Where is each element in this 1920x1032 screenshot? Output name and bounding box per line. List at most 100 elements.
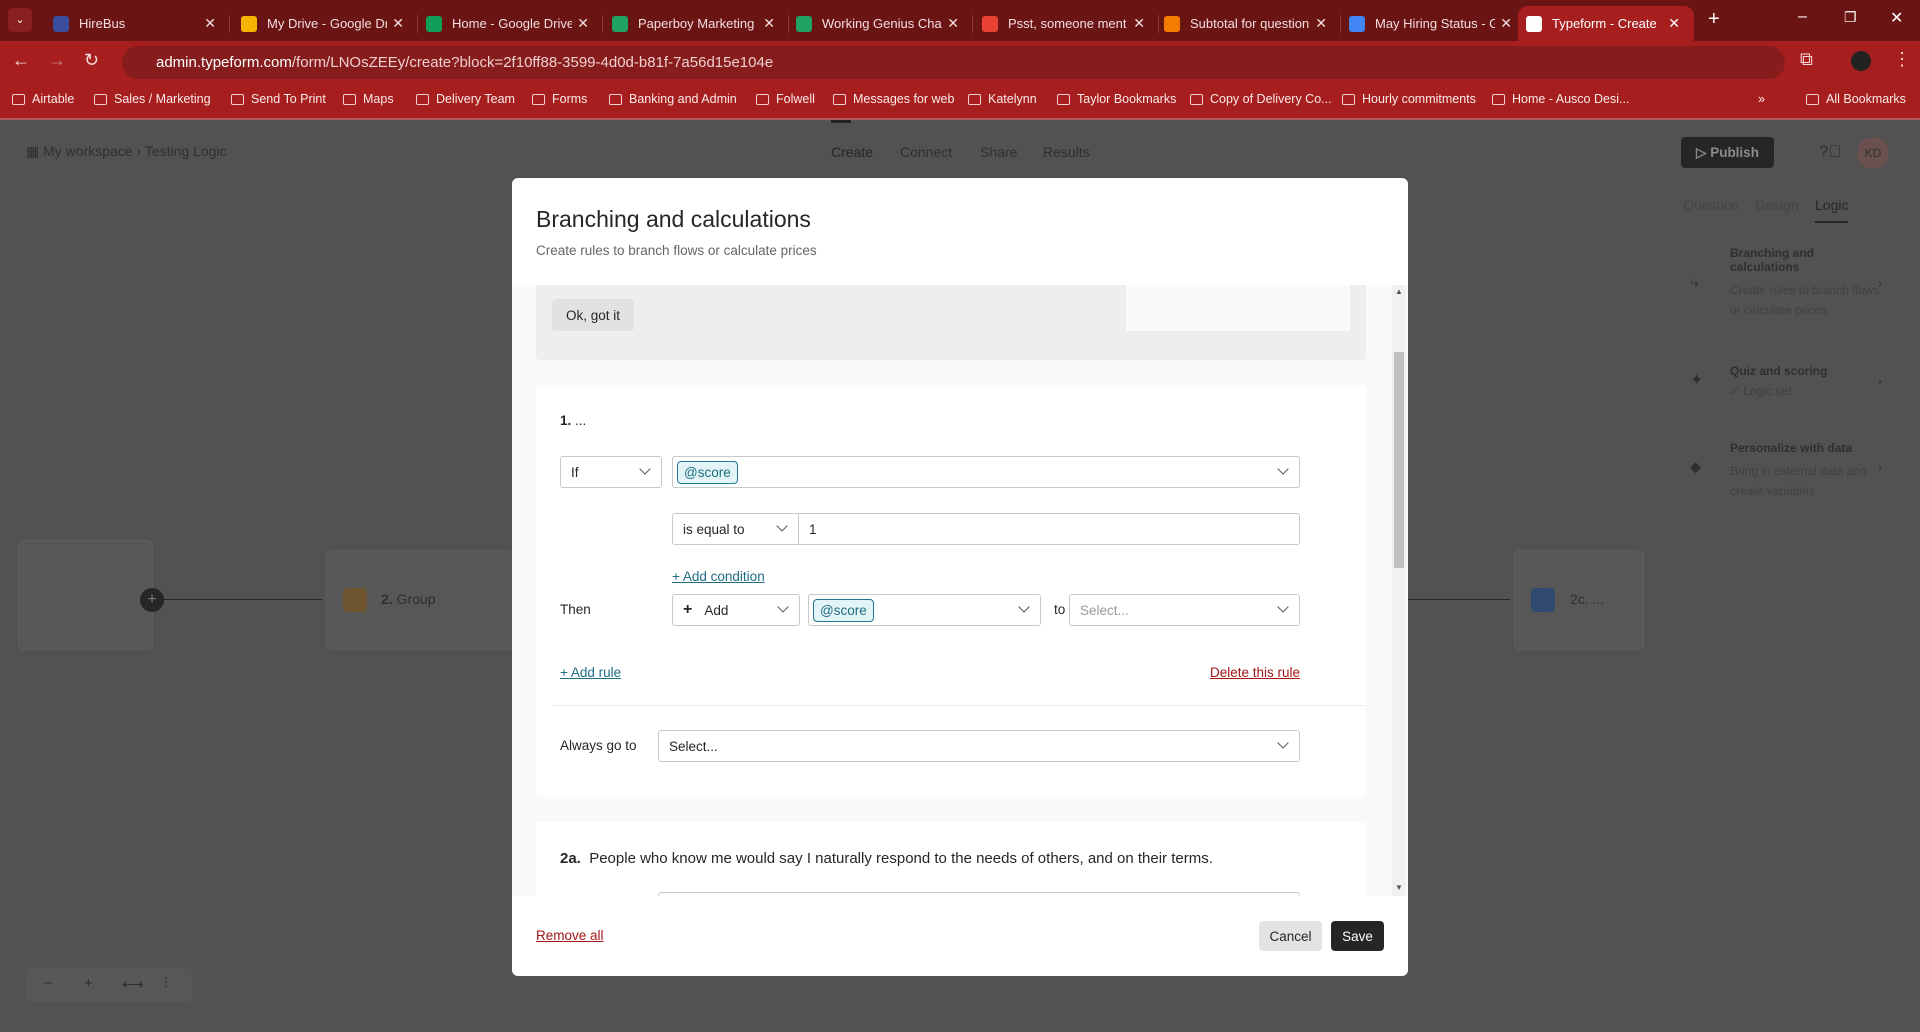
- nav-results[interactable]: Results: [1043, 144, 1090, 160]
- bookmark-item[interactable]: Folwell: [756, 92, 815, 106]
- close-tab-icon[interactable]: ✕: [577, 15, 589, 32]
- partial-select[interactable]: [658, 892, 1300, 896]
- help-icon[interactable]: ?⃝: [1819, 142, 1841, 162]
- modal-title: Branching and calculations: [536, 206, 811, 232]
- bookmark-icon: [94, 93, 107, 105]
- panel-tab-question[interactable]: Question: [1683, 197, 1739, 213]
- bookmark-item[interactable]: Sales / Marketing: [94, 92, 211, 106]
- panel-tab-logic[interactable]: Logic: [1815, 197, 1849, 223]
- to-select[interactable]: Select...: [1069, 594, 1300, 626]
- rule-card-1: 1. ... If @score is equal to 1 + Add con…: [536, 385, 1366, 797]
- scroll-thumb[interactable]: [1394, 352, 1404, 568]
- panel-tab-design[interactable]: Design: [1755, 197, 1799, 213]
- always-go-to-select[interactable]: Select...: [658, 730, 1300, 762]
- all-bookmarks[interactable]: All Bookmarks: [1806, 92, 1906, 106]
- browser-tab[interactable]: HireBus ✕: [45, 6, 230, 41]
- panel-item-personalize[interactable]: ⬥ Personalize with data Bring in externa…: [1690, 441, 1890, 501]
- close-tab-icon[interactable]: ✕: [392, 15, 404, 32]
- panel-item-quiz[interactable]: ✦ Quiz and scoring ✓ Logic set ›: [1690, 364, 1890, 398]
- publish-button[interactable]: ▷ Publish: [1681, 137, 1774, 168]
- scrollbar[interactable]: ▲ ▼: [1392, 285, 1406, 896]
- back-icon[interactable]: ←: [12, 50, 30, 71]
- bookmark-item[interactable]: Delivery Team: [416, 92, 515, 106]
- action-variable-select[interactable]: @score: [808, 594, 1041, 626]
- zoom-in-button[interactable]: +: [84, 975, 93, 992]
- profile-avatar[interactable]: [1851, 51, 1871, 71]
- bookmark-item[interactable]: Maps: [343, 92, 394, 106]
- browser-tab[interactable]: May Hiring Status - G ✕: [1341, 6, 1526, 41]
- nav-share[interactable]: Share: [980, 144, 1017, 160]
- bookmark-item[interactable]: Home - Ausco Desi...: [1492, 92, 1629, 106]
- condition-value-input[interactable]: 1: [798, 513, 1300, 545]
- favicon-icon: [53, 15, 69, 32]
- breadcrumb-workspace[interactable]: My workspace: [43, 143, 132, 159]
- bookmark-item[interactable]: Airtable: [12, 92, 74, 106]
- close-tab-icon[interactable]: ✕: [947, 15, 959, 32]
- fit-view-button[interactable]: ⟷: [122, 975, 144, 993]
- forward-icon[interactable]: →: [48, 50, 66, 71]
- if-select[interactable]: If: [560, 456, 662, 488]
- close-tab-icon[interactable]: ✕: [1668, 15, 1680, 32]
- bookmark-item[interactable]: Messages for web: [833, 92, 954, 106]
- add-rule-link[interactable]: + Add rule: [560, 665, 621, 680]
- browser-tab[interactable]: My Drive - Google Dr ✕: [233, 6, 418, 41]
- save-button[interactable]: Save: [1331, 921, 1384, 951]
- condition-variable-select[interactable]: @score: [672, 456, 1300, 488]
- browser-tab[interactable]: Typeform - Create ✕: [1518, 6, 1694, 41]
- bookmark-icon: [1492, 93, 1505, 105]
- canvas-node-2c[interactable]: 2c. ...: [1514, 550, 1644, 650]
- reload-icon[interactable]: ↻: [84, 50, 99, 71]
- variable-pill: @score: [677, 460, 738, 484]
- favicon-icon: [1526, 15, 1542, 32]
- delete-rule-link[interactable]: Delete this rule: [1210, 665, 1300, 680]
- nav-connect[interactable]: Connect: [900, 144, 952, 160]
- bookmark-item[interactable]: Katelynn: [968, 92, 1037, 106]
- bookmark-item[interactable]: Copy of Delivery Co...: [1190, 92, 1332, 106]
- canvas-node-group[interactable]: 2. Group: [326, 550, 516, 650]
- browser-tab[interactable]: Paperboy Marketing I ✕: [604, 6, 789, 41]
- close-tab-icon[interactable]: ✕: [1133, 15, 1145, 32]
- nav-create[interactable]: Create: [831, 144, 873, 160]
- avatar[interactable]: KD: [1857, 137, 1889, 169]
- action-label: Add: [704, 602, 729, 618]
- add-condition-link[interactable]: + Add condition: [672, 569, 765, 584]
- new-tab-button[interactable]: +: [1708, 8, 1720, 31]
- browser-tab[interactable]: Home - Google Drive ✕: [418, 6, 603, 41]
- panel-item-branching[interactable]: ⤷ Branching and calculations Create rule…: [1690, 246, 1890, 320]
- bookmark-label: Airtable: [32, 92, 75, 106]
- close-tab-icon[interactable]: ✕: [1500, 15, 1512, 32]
- breadcrumb-form[interactable]: Testing Logic: [145, 143, 227, 159]
- close-tab-icon[interactable]: ✕: [763, 15, 775, 32]
- extensions-icon[interactable]: ⧉: [1800, 49, 1813, 70]
- settings-button[interactable]: ⫶: [164, 975, 168, 992]
- bookmark-item[interactable]: Forms: [532, 92, 587, 106]
- remove-all-link[interactable]: Remove all: [536, 928, 604, 943]
- browser-tab[interactable]: Working Genius Chat ✕: [788, 6, 973, 41]
- variable-pill: @score: [813, 598, 874, 622]
- bookmark-item[interactable]: Hourly commitments: [1342, 92, 1476, 106]
- close-tab-icon[interactable]: ✕: [1315, 15, 1327, 32]
- minimize-button[interactable]: –: [1798, 8, 1807, 26]
- scroll-up-arrow[interactable]: ▲: [1395, 287, 1403, 296]
- close-tab-icon[interactable]: ✕: [204, 15, 216, 32]
- bookmark-item[interactable]: Send To Print: [231, 92, 326, 106]
- bookmarks-overflow[interactable]: »: [1758, 92, 1765, 106]
- browser-tab[interactable]: Subtotal for question ✕: [1156, 6, 1341, 41]
- restore-button[interactable]: ❐: [1844, 9, 1857, 26]
- bookmark-icon: [231, 93, 244, 105]
- modal-subtitle: Create rules to branch flows or calculat…: [536, 243, 817, 258]
- scroll-down-arrow[interactable]: ▼: [1395, 883, 1403, 892]
- menu-icon[interactable]: ⋮: [1893, 49, 1911, 70]
- close-window-button[interactable]: ✕: [1890, 8, 1903, 28]
- cancel-button[interactable]: Cancel: [1259, 921, 1322, 951]
- address-bar[interactable]: admin.typeform.com/form/LNOsZEEy/create?…: [122, 46, 1785, 79]
- ok-got-it-button[interactable]: Ok, got it: [552, 299, 634, 331]
- bookmark-item[interactable]: Banking and Admin: [609, 92, 737, 106]
- add-node-button[interactable]: +: [140, 588, 164, 612]
- operator-select[interactable]: is equal to: [672, 513, 799, 545]
- bookmark-item[interactable]: Taylor Bookmarks: [1057, 92, 1176, 106]
- tab-search-button[interactable]: ⌄: [8, 8, 32, 32]
- action-select[interactable]: + Add: [672, 594, 800, 626]
- browser-tab[interactable]: Psst, someone ment ✕: [974, 6, 1159, 41]
- zoom-out-button[interactable]: −: [44, 975, 53, 992]
